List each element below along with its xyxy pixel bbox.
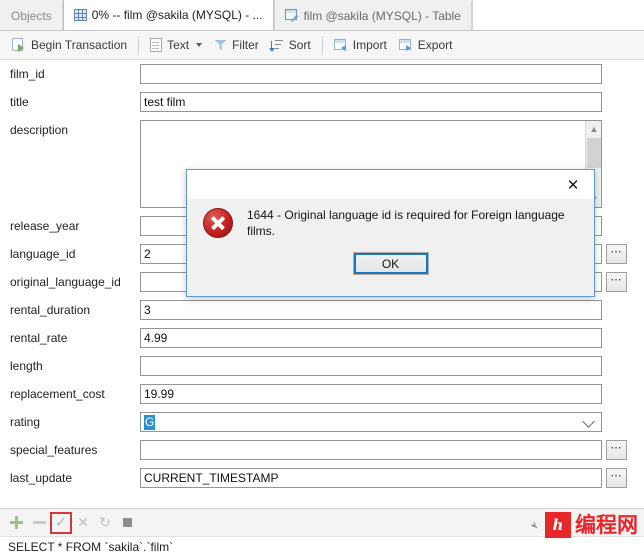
field-row-last_update: last_update CURRENT_TIMESTAMP ⋯ <box>0 468 644 488</box>
close-icon[interactable]: ✕ <box>552 171 594 199</box>
export-button[interactable]: Export <box>393 34 459 57</box>
chevron-down-icon[interactable] <box>582 415 595 428</box>
import-button[interactable]: Import <box>328 34 393 57</box>
field-input-rental_duration[interactable]: 3 <box>140 300 602 320</box>
field-input-title[interactable]: test film <box>140 92 602 112</box>
field-label-replacement_cost: replacement_cost <box>10 387 105 401</box>
transaction-icon <box>12 38 26 52</box>
funnel-icon <box>214 39 228 52</box>
tab-film-table-label: film @sakila (MYSQL) - Table <box>303 8 461 23</box>
filter-button[interactable]: Filter <box>208 34 265 57</box>
status-bar: SELECT * FROM `sakila`.`film` <box>0 536 644 557</box>
rating-selected-value: G <box>144 414 156 430</box>
dialog-body: 1644 - Original language id is required … <box>187 199 594 239</box>
field-input-film_id[interactable] <box>140 64 602 84</box>
original_language_id-browse-button[interactable]: ⋯ <box>606 272 627 292</box>
confirm-record-button[interactable]: ✓ <box>50 511 72 534</box>
error-dialog: ✕ 1644 - Original language id is require… <box>186 169 595 297</box>
field-row-rental_duration: rental_duration 3 <box>0 300 644 320</box>
field-label-rating: rating <box>10 415 41 429</box>
text-button[interactable]: Text <box>144 34 208 57</box>
begin-transaction-button[interactable]: Begin Transaction <box>6 34 133 57</box>
field-label-description: description <box>10 123 69 137</box>
field-row-rating: rating G <box>0 412 644 432</box>
sort-label: Sort <box>288 38 311 52</box>
field-label-last_update: last_update <box>10 471 73 485</box>
scroll-up-icon[interactable]: ▲ <box>586 121 602 137</box>
begin-transaction-label: Begin Transaction <box>31 38 128 52</box>
import-icon <box>333 38 348 52</box>
field-row-title: title test film <box>0 92 644 112</box>
field-label-length: length <box>10 359 43 373</box>
field-label-language_id: language_id <box>10 247 76 261</box>
error-icon <box>203 208 233 238</box>
field-input-rating[interactable]: G <box>140 412 602 432</box>
record-navigation-bar: ✓ ✕ ↻ <box>0 508 644 536</box>
field-label-release_year: release_year <box>10 219 80 233</box>
tab-objects-label: Objects <box>11 8 52 23</box>
toolbar-separator-2 <box>321 36 323 54</box>
field-input-replacement_cost[interactable]: 19.99 <box>140 384 602 404</box>
dialog-message: 1644 - Original language id is required … <box>247 208 565 238</box>
dialog-titlebar: ✕ <box>187 170 594 199</box>
stop-button[interactable] <box>116 512 138 534</box>
field-row-rental_rate: rental_rate 4.99 <box>0 328 644 348</box>
tab-film-table[interactable]: film @sakila (MYSQL) - Table <box>273 0 472 30</box>
field-label-special_features: special_features <box>10 443 98 457</box>
import-label: Import <box>352 38 387 52</box>
field-row-special_features: special_features ⋯ <box>0 440 644 460</box>
tab-strip: Objects 0% -- film @sakila (MYSQL) - ...… <box>0 0 644 31</box>
field-label-rental_duration: rental_duration <box>10 303 91 317</box>
field-input-length[interactable] <box>140 356 602 376</box>
field-input-rental_rate[interactable]: 4.99 <box>140 328 602 348</box>
scrollbar-thumb[interactable] <box>587 138 601 168</box>
text-label: Text <box>167 38 190 52</box>
status-query-text: SELECT * FROM `sakila`.`film` <box>8 540 174 554</box>
tab-film-form-label: 0% -- film @sakila (MYSQL) - ... <box>91 8 263 22</box>
field-row-length: length <box>0 356 644 376</box>
sort-icon <box>268 39 284 52</box>
add-record-button[interactable] <box>6 512 28 534</box>
grid-icon <box>73 9 87 21</box>
table-edit-icon <box>284 9 299 22</box>
export-label: Export <box>417 38 453 52</box>
field-row-film_id: film_id <box>0 64 644 84</box>
field-row-replacement_cost: replacement_cost 19.99 <box>0 384 644 404</box>
field-label-rental_rate: rental_rate <box>10 331 68 345</box>
cancel-record-button[interactable]: ✕ <box>72 512 94 534</box>
field-label-film_id: film_id <box>10 67 45 81</box>
field-label-original_language_id: original_language_id <box>10 275 121 289</box>
last_update-browse-button[interactable]: ⋯ <box>606 468 627 488</box>
toolbar-separator-1 <box>138 36 140 54</box>
sort-button[interactable]: Sort <box>265 34 317 57</box>
ok-button[interactable]: OK <box>352 252 429 275</box>
delete-record-button[interactable] <box>28 512 50 534</box>
field-label-title: title <box>10 95 29 109</box>
document-icon <box>150 38 163 52</box>
export-icon <box>398 38 413 52</box>
tab-film-form[interactable]: 0% -- film @sakila (MYSQL) - ... <box>62 0 274 30</box>
language_id-browse-button[interactable]: ⋯ <box>606 244 627 264</box>
filter-label: Filter <box>232 38 259 52</box>
field-input-special_features[interactable] <box>140 440 602 460</box>
tab-strip-filler <box>471 0 644 30</box>
toolbar: Begin Transaction Text Filter Sort Impor… <box>0 31 644 60</box>
tab-objects[interactable]: Objects <box>0 0 63 30</box>
dialog-button-row: OK <box>187 252 594 275</box>
refresh-button[interactable]: ↻ <box>94 512 116 534</box>
special_features-browse-button[interactable]: ⋯ <box>606 440 627 460</box>
field-input-last_update[interactable]: CURRENT_TIMESTAMP <box>140 468 602 488</box>
chevron-down-icon[interactable] <box>196 43 203 47</box>
